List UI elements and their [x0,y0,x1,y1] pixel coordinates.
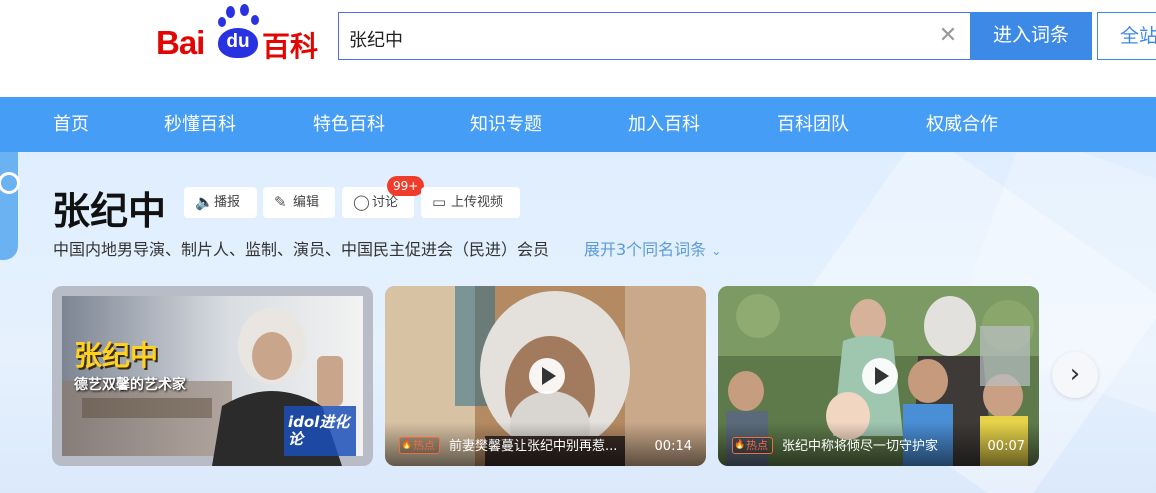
chat-bubble-icon: ◯ [353,193,370,211]
video-caption: 张纪中称将倾尽一切守护家 [782,439,939,454]
side-float-tab[interactable] [0,152,20,260]
carousel-next-button[interactable]: › [1052,352,1098,398]
play-icon[interactable] [529,358,565,394]
entry-title: 张纪中 [52,189,167,233]
site-search-button[interactable]: 全站 [1097,12,1156,60]
logo-paw [240,4,249,16]
chevron-right-icon: › [1069,359,1081,389]
nav-item-cooperation[interactable]: 权威合作 [926,97,998,152]
enter-entry-button[interactable]: 进入词条 [970,12,1092,60]
main-nav: 首页 秒懂百科 特色百科 知识专题 加入百科 百科团队 权威合作 [0,97,1156,152]
nav-item-team[interactable]: 百科团队 [777,97,849,152]
discuss-label: 讨论 [372,195,399,210]
play-icon[interactable] [862,358,898,394]
speaker-icon: 🔈 [195,193,214,211]
nav-item-featured[interactable]: 特色百科 [313,97,385,152]
expand-same-name-label: 展开3个同名词条 [584,240,707,259]
entry-header-area: 张纪中 🔈 播报 ✎ 编辑 ◯ 讨论 99+ ▭ 上传视频 中国内地男导演、制片… [0,152,1156,493]
header: Bai du 百科 张纪中 ✕ 进入词条 全站 [0,0,1156,97]
entry-summary: 中国内地男导演、制片人、监制、演员、中国民主促进会（民进）会员 [53,240,550,259]
baidu-baike-logo[interactable]: Bai du 百科 [156,4,326,63]
edit-button[interactable]: ✎ 编辑 [263,187,335,218]
play-audio-label: 播报 [214,195,241,210]
hot-tag: 热点 [732,437,773,454]
broadcast-icon [0,172,20,194]
logo-baike-text: 百科 [262,30,319,63]
pencil-icon: ✎ [274,193,287,211]
nav-item-miaodong[interactable]: 秒懂百科 [164,97,236,152]
logo-paw [226,6,235,18]
video-card[interactable]: 热点 前妻樊馨蔓让张纪中别再惹... 00:14 [385,286,706,466]
video-card[interactable]: 张纪中 德艺双馨的艺术家 idol进化论 [52,286,373,466]
video-watermark: idol进化论 [288,413,350,448]
play-audio-button[interactable]: 🔈 播报 [184,187,257,218]
logo-paw [218,17,226,27]
clear-icon[interactable]: ✕ [937,25,959,47]
upload-video-button[interactable]: ▭ 上传视频 [421,187,520,218]
search-input-value[interactable]: 张纪中 [349,26,403,52]
nav-item-join[interactable]: 加入百科 [628,97,700,152]
expand-same-name-link[interactable]: 展开3个同名词条 ⌄ [584,236,721,260]
edit-label: 编辑 [293,195,320,210]
upload-video-label: 上传视频 [451,195,504,210]
video-duration: 00:14 [654,439,692,454]
video-camera-icon: ▭ [432,193,447,211]
nav-item-topics[interactable]: 知识专题 [470,97,542,152]
video-caption: 前妻樊馨蔓让张纪中别再惹... [449,439,618,454]
video-card[interactable]: 热点 张纪中称将倾尽一切守护家 00:07 [718,286,1039,466]
logo-bai-text: Bai [156,24,205,61]
nav-item-home[interactable]: 首页 [53,97,89,152]
logo-paw [251,15,259,25]
discuss-count-badge: 99+ [387,176,425,196]
search-input[interactable]: 张纪中 ✕ [338,12,971,60]
video-caption-bar: 热点 前妻樊馨蔓让张纪中别再惹... 00:14 [385,422,706,466]
video-overlay-subtitle: 德艺双馨的艺术家 [74,377,186,393]
video-caption-bar: 热点 张纪中称将倾尽一切守护家 00:07 [718,422,1039,466]
logo-du-text: du [218,28,258,58]
chevron-down-icon: ⌄ [711,244,722,258]
hot-tag: 热点 [399,437,440,454]
video-duration: 00:07 [987,439,1025,454]
video-overlay-title: 张纪中 [74,339,159,372]
